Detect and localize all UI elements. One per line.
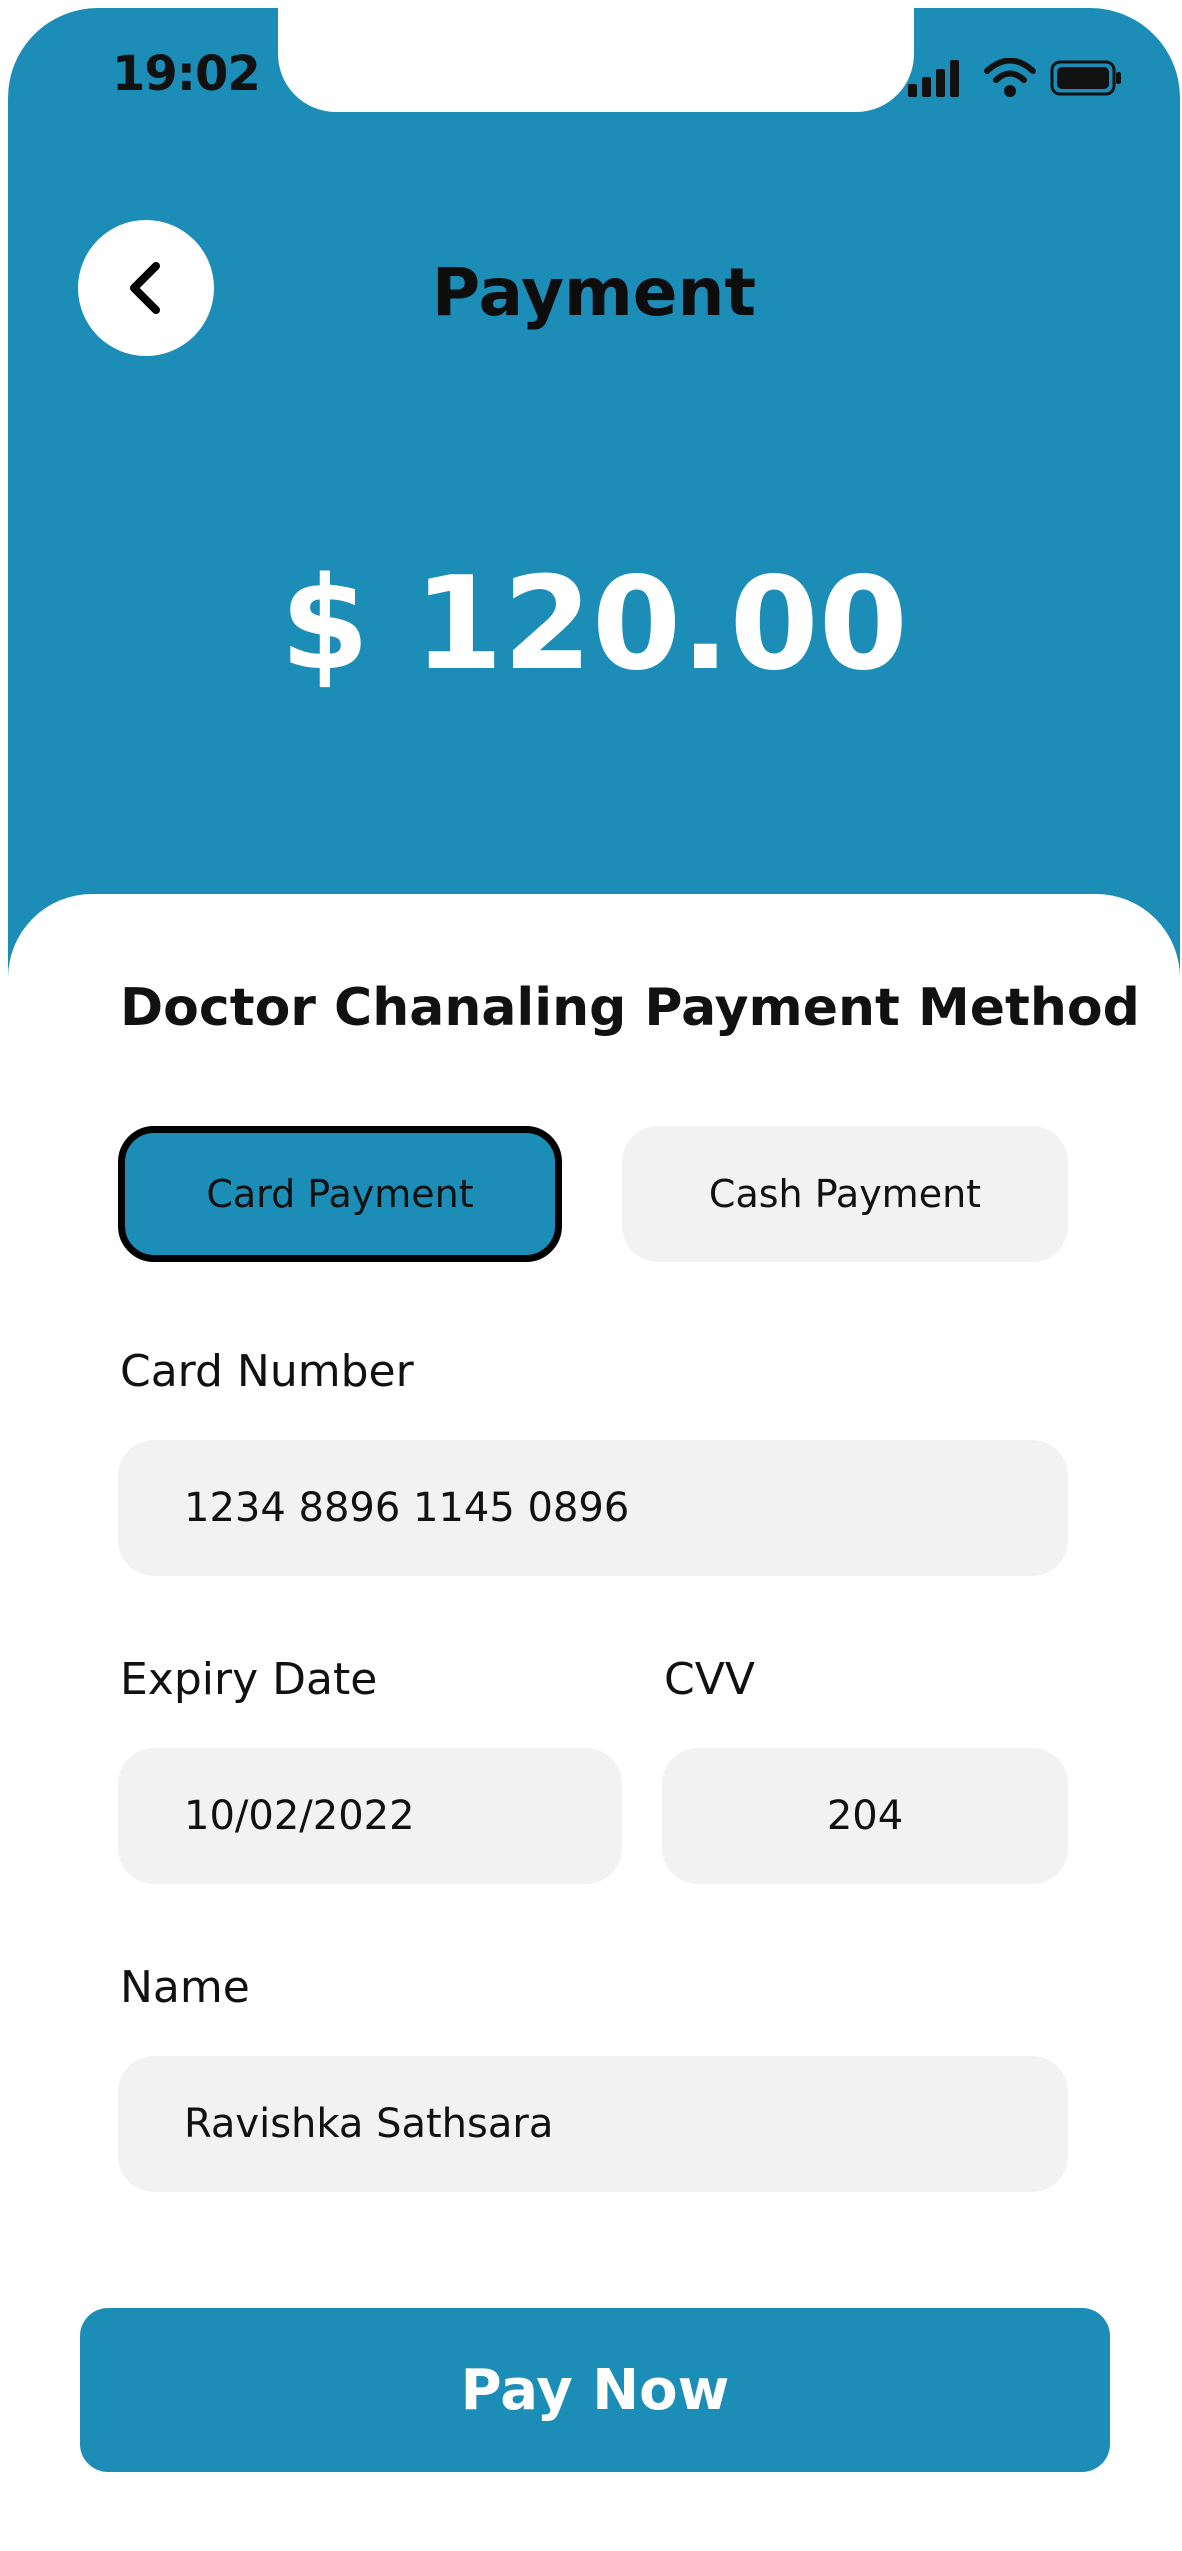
pay-now-label: Pay Now bbox=[460, 2357, 730, 2423]
status-icons bbox=[908, 57, 1124, 98]
card-number-value: 1234 8896 1145 0896 bbox=[184, 1485, 630, 1531]
signal-icon bbox=[908, 58, 964, 98]
expiry-date-label: Expiry Date bbox=[120, 1654, 378, 1705]
expiry-date-value: 10/02/2022 bbox=[184, 1793, 415, 1839]
expiry-date-field[interactable]: 10/02/2022 bbox=[118, 1748, 622, 1884]
cvv-field[interactable]: 204 bbox=[662, 1748, 1068, 1884]
card-payment-label: Card Payment bbox=[206, 1172, 474, 1216]
card-number-label: Card Number bbox=[120, 1346, 414, 1397]
cvv-value: 204 bbox=[826, 1793, 904, 1839]
app-screen: 19:02 Payment $ 120.00 Doctor Chanaling … bbox=[8, 8, 1180, 2551]
name-field[interactable]: Ravishka Sathsara bbox=[118, 2056, 1068, 2192]
payment-amount: $ 120.00 bbox=[280, 550, 908, 699]
payment-method-title: Doctor Chanaling Payment Method bbox=[120, 978, 1140, 1038]
name-value: Ravishka Sathsara bbox=[184, 2101, 554, 2147]
name-label: Name bbox=[120, 1962, 250, 2013]
pay-now-button[interactable]: Pay Now bbox=[80, 2308, 1110, 2472]
status-time: 19:02 bbox=[112, 46, 261, 102]
wifi-icon bbox=[984, 57, 1036, 98]
battery-icon bbox=[1050, 60, 1122, 96]
device-notch bbox=[278, 8, 914, 112]
header-background bbox=[8, 8, 1180, 1008]
cvv-label: CVV bbox=[664, 1654, 755, 1705]
cash-payment-button[interactable]: Cash Payment bbox=[622, 1126, 1068, 1262]
page-title: Payment bbox=[431, 254, 757, 331]
cash-payment-label: Cash Payment bbox=[708, 1172, 982, 1216]
card-number-field[interactable]: 1234 8896 1145 0896 bbox=[118, 1440, 1068, 1576]
card-payment-button[interactable]: Card Payment bbox=[118, 1126, 562, 1262]
